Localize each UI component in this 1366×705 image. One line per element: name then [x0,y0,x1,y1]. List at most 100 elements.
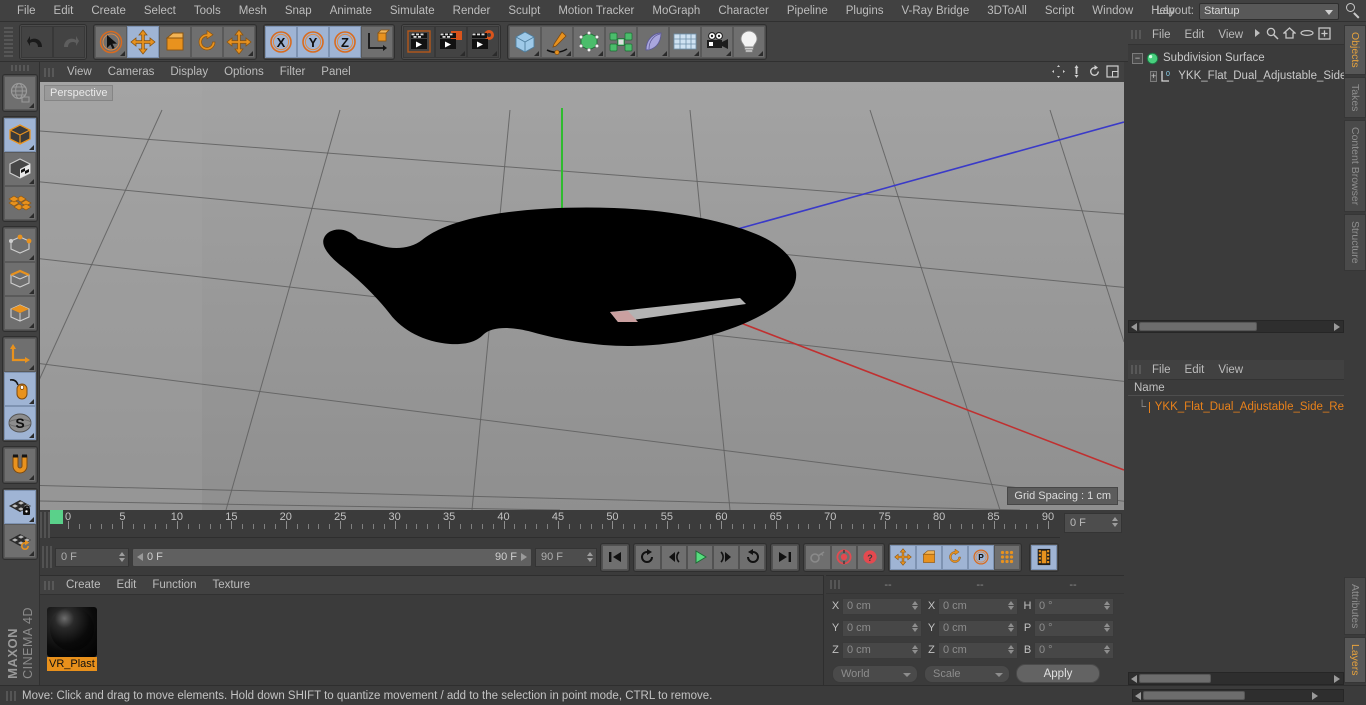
spinner-icon[interactable] [1104,644,1110,654]
menu-item-motion-tracker[interactable]: Motion Tracker [549,3,643,19]
spinner-icon[interactable] [119,551,125,562]
menu-item-window[interactable]: Window [1083,3,1142,19]
move-tool[interactable] [127,25,159,58]
menu-item-pipeline[interactable]: Pipeline [778,3,837,19]
vtab-attributes[interactable]: Attributes [1344,577,1366,636]
status-hscrollbar[interactable] [1132,689,1344,702]
layer-color-swatch[interactable] [1149,401,1150,413]
point-mode-button[interactable] [3,228,36,262]
spinner-icon[interactable] [1008,600,1014,610]
timeline-end-field[interactable]: 0 F [1064,513,1122,533]
material-menu-edit[interactable]: Edit [109,577,145,593]
spinner-icon[interactable] [912,644,918,654]
layers-menu-file[interactable]: File [1145,363,1178,377]
toolbar-grip[interactable] [4,26,13,57]
step-back-button[interactable] [661,544,687,570]
dynamic-place-tool[interactable] [223,25,255,58]
layers-menu-edit[interactable]: Edit [1178,363,1212,377]
spinner-icon[interactable] [912,622,918,632]
soft-selection-button[interactable]: S [3,406,36,440]
edge-mode-button[interactable] [3,262,36,296]
object-axis-button[interactable] [3,338,36,372]
rotation-h-field[interactable]: 0 ° [1034,597,1114,615]
add-spline-button[interactable] [541,25,573,58]
rotation-p-field[interactable]: 0 ° [1034,619,1114,637]
expand-toggle-icon[interactable]: + [1150,70,1158,82]
rotation-b-field[interactable]: 0 ° [1034,641,1114,659]
viewport-menu-options[interactable]: Options [216,64,272,80]
add-deformer-button[interactable] [637,25,669,58]
layers-menu-view[interactable]: View [1211,363,1250,377]
redo-button[interactable] [53,25,85,58]
position-z-field[interactable]: 0 cm [842,641,922,659]
world-object-coord-toggle[interactable] [361,25,393,58]
material-menu-texture[interactable]: Texture [204,577,258,593]
3d-viewport[interactable]: Perspective Grid Spacing: 1 cm [40,82,1124,510]
scale-key-button[interactable] [916,544,942,570]
add-array-button[interactable] [605,25,637,58]
search-icon[interactable] [1344,2,1362,20]
loop-forward-button[interactable] [739,544,765,570]
menu-item-mesh[interactable]: Mesh [230,3,276,19]
planar-workplane-button[interactable] [3,524,36,558]
vtab-layers[interactable]: Layers [1344,637,1366,683]
timeline-grip[interactable] [40,512,50,538]
scale-tool[interactable] [159,25,191,58]
record-active-objects-button[interactable] [831,544,857,570]
lock-workplane-button[interactable] [3,490,36,524]
size-y-field[interactable]: 0 cm [938,619,1018,637]
current-frame-field[interactable]: 0 F [55,547,129,567]
add-light-button[interactable] [733,25,765,58]
add-generator-button[interactable] [573,25,605,58]
preview-range-slider[interactable]: 0 F 90 F [132,547,532,567]
pan-icon[interactable] [1051,64,1066,79]
autokeying-button[interactable] [805,544,831,570]
animbar-grip[interactable] [42,546,52,568]
menu-item-animate[interactable]: Animate [321,3,381,19]
apply-button[interactable]: Apply [1016,664,1100,683]
point-level-animation-button[interactable] [994,544,1020,570]
render-settings-button[interactable] [467,25,499,58]
menu-item-plugins[interactable]: Plugins [837,3,893,19]
add-camera-button[interactable] [701,25,733,58]
material-menu-create[interactable]: Create [58,577,109,593]
object-manager-menu-file[interactable]: File [1145,28,1178,42]
material-name[interactable]: VR_Plast [47,657,97,671]
texture-mode-button[interactable] [3,152,36,186]
object-manager-grip[interactable] [1131,30,1141,39]
param-key-button[interactable]: P [968,544,994,570]
y-axis-lock[interactable]: Y [297,25,329,58]
play-button[interactable] [687,544,713,570]
spinner-icon[interactable] [1008,622,1014,632]
spinner-icon[interactable] [1104,622,1110,632]
menu-item-sculpt[interactable]: Sculpt [499,3,549,19]
material-item[interactable]: VR_Plast [47,604,97,671]
collapse-toggle-icon[interactable]: − [1132,52,1143,64]
viewport-menu-panel[interactable]: Panel [313,64,358,80]
spinner-icon[interactable] [1104,600,1110,610]
menu-item-create[interactable]: Create [82,3,135,19]
ellipse-icon[interactable] [1300,28,1314,41]
object-manager-list[interactable]: − Subdivision Surface + 0 YKK_Flat_Dual_… [1128,45,1344,333]
make-editable-button[interactable] [3,76,36,110]
face-mode-button[interactable] [3,296,36,330]
vtab-structure[interactable]: Structure [1344,214,1366,271]
menu-item-character[interactable]: Character [709,3,778,19]
timeline-toggle-button[interactable] [1031,544,1057,570]
menu-item-file[interactable]: File [8,3,45,19]
home-icon[interactable] [1282,27,1297,42]
layers-grip[interactable] [1131,365,1141,374]
timeline-ruler[interactable]: 0 5 10 15 20 25 30 35 40 45 50 55 60 65 70 75 80 85 90 [50,510,1060,538]
vtab-takes[interactable]: Takes [1344,76,1366,119]
viewport-menu-cameras[interactable]: Cameras [100,64,163,80]
viewport-menu-view[interactable]: View [59,64,100,80]
range-right-arrow-icon[interactable] [521,553,527,561]
position-key-button[interactable] [890,544,916,570]
add-cube-object-button[interactable] [509,25,541,58]
go-to-end-button[interactable] [772,544,798,570]
current-time-marker[interactable] [50,510,63,524]
vtab-objects[interactable]: Objects [1344,25,1366,75]
menu-item-v-ray-bridge[interactable]: V-Ray Bridge [892,3,978,19]
vtab-content-browser[interactable]: Content Browser [1344,120,1366,213]
rotation-key-button[interactable] [942,544,968,570]
